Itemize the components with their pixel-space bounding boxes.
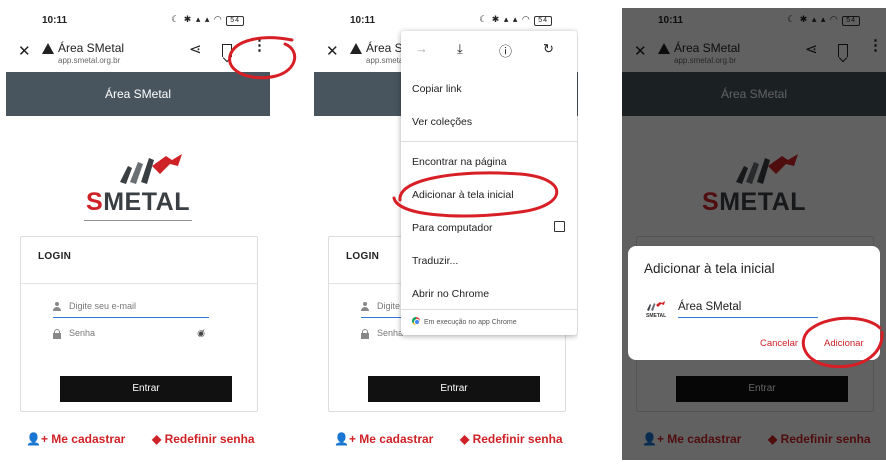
menu-item-find-in-page[interactable]: Encontrar na página — [412, 156, 507, 168]
info-icon[interactable]: ⓘ — [499, 41, 512, 60]
status-time: 10:11 — [42, 15, 68, 26]
menu-footer: Em execução no app Chrome — [412, 317, 517, 326]
overflow-menu: → ⤓ ⓘ ↻ Copiar link Ver coleções Encontr… — [401, 31, 577, 335]
page-url: app.smetal.org.br — [58, 56, 121, 65]
modal-scrim[interactable] — [622, 8, 886, 460]
add-button[interactable]: Adicionar — [824, 338, 864, 349]
password-placeholder: Senha — [377, 328, 404, 338]
bottom-links: 👤+ Me cadastrar ◆ Redefinir senha — [6, 430, 270, 450]
download-icon[interactable]: ⤓ — [457, 41, 463, 57]
eraser-icon: ◆ — [460, 432, 470, 446]
warning-icon[interactable] — [42, 43, 54, 54]
logo-subtitle: ▬▬▬▬▬▬▬▬▬▬▬▬▬▬▬▬▬▬▬▬▬▬▬▬▬▬▬▬▬▬▬▬▬▬▬▬ — [84, 218, 192, 222]
cancel-button[interactable]: Cancelar — [760, 338, 798, 349]
screen-2: 10:11 ☾ ✱ ▴ ▴ ◠ 54 ✕ Área SN app.smeta L… — [314, 8, 578, 460]
smetal-logo: SMETAL ▬▬▬▬▬▬▬▬▬▬▬▬▬▬▬▬▬▬▬▬▬▬▬▬▬▬▬▬▬▬▬▬▬… — [6, 148, 270, 223]
menu-item-add-to-home[interactable]: Adicionar à tela inicial — [412, 189, 514, 201]
reset-password-link[interactable]: ◆ Redefinir senha — [460, 432, 563, 446]
status-icons: ☾ ✱ ▴ ▴ ◠ 54 — [171, 14, 244, 26]
menu-divider — [401, 309, 577, 310]
email-placeholder: Digite — [377, 301, 401, 311]
menu-divider — [401, 141, 577, 142]
menu-item-view-collections[interactable]: Ver coleções — [412, 116, 472, 128]
menu-item-open-in-chrome[interactable]: Abrir no Chrome — [412, 288, 489, 300]
login-title: LOGIN — [38, 251, 72, 262]
share-icon[interactable]: ⋖ — [189, 40, 202, 58]
close-icon[interactable]: ✕ — [18, 42, 31, 60]
email-field[interactable]: Digite seu e-mail — [53, 300, 209, 318]
bottom-links: 👤+ Me cadastrar ◆ Redefinir senha — [314, 430, 578, 450]
eye-off-icon[interactable]: ◉̸ — [197, 328, 205, 339]
menu-item-desktop-site[interactable]: Para computador — [412, 222, 493, 234]
refresh-icon[interactable]: ↻ — [543, 41, 554, 57]
status-time: 10:11 — [350, 15, 376, 26]
status-bar: 10:11 ☾ ✱ ▴ ▴ ◠ 54 — [314, 8, 578, 30]
lock-icon — [361, 329, 369, 339]
battery-icon: 54 — [534, 16, 552, 26]
email-placeholder: Digite seu e-mail — [69, 301, 137, 311]
app-icon — [647, 301, 665, 311]
menu-item-copy-link[interactable]: Copiar link — [412, 83, 462, 95]
shortcut-name-input[interactable]: Área SMetal — [678, 301, 818, 318]
chrome-icon — [412, 317, 420, 325]
close-icon[interactable]: ✕ — [326, 42, 339, 60]
more-options-icon[interactable]: ⋮ — [252, 38, 267, 53]
add-user-icon: 👤+ — [334, 432, 356, 446]
login-title: LOGIN — [346, 251, 380, 262]
browser-toolbar: ✕ Área SMetal app.smetal.org.br ⋖ ⋮ — [6, 30, 270, 72]
user-icon — [53, 302, 61, 311]
bookmark-icon[interactable] — [222, 44, 232, 57]
register-link[interactable]: 👤+ Me cadastrar — [334, 432, 433, 446]
battery-icon: 54 — [226, 16, 244, 26]
menu-icon-row: → ⤓ ⓘ ↻ — [401, 31, 577, 67]
app-icon-label: SMETAL — [646, 313, 667, 319]
password-placeholder: Senha — [69, 328, 96, 338]
desktop-site-checkbox[interactable] — [554, 221, 565, 232]
dialog-title: Adicionar à tela inicial — [644, 261, 775, 276]
user-icon — [361, 302, 369, 311]
app-header: Área SMetal — [6, 72, 270, 116]
add-to-home-dialog: Adicionar à tela inicial SMETAL Área SMe… — [628, 246, 880, 360]
enter-button[interactable]: Entrar — [368, 376, 540, 402]
divider — [21, 283, 257, 284]
warning-icon[interactable] — [350, 43, 362, 54]
add-user-icon: 👤+ — [26, 432, 48, 446]
forward-icon[interactable]: → — [415, 41, 428, 56]
enter-button[interactable]: Entrar — [60, 376, 232, 402]
register-link[interactable]: 👤+ Me cadastrar — [26, 432, 125, 446]
status-icons: ☾ ✱ ▴ ▴ ◠ 54 — [479, 14, 552, 26]
login-card: LOGIN Digite seu e-mail Senha ◉̸ Entrar — [20, 236, 258, 412]
eraser-icon: ◆ — [152, 432, 162, 446]
status-bar: 10:11 ☾ ✱ ▴ ▴ ◠ 54 — [6, 8, 270, 30]
page-title: Área SMetal — [58, 41, 125, 55]
screen-3: 10:11 ☾ ✱ ▴ ▴ ◠ 54 ✕ Área SMetal app.sme… — [622, 8, 886, 460]
logo-text: SMETAL — [86, 188, 190, 216]
logo-mark-icon — [120, 154, 182, 184]
reset-password-link[interactable]: ◆ Redefinir senha — [152, 432, 255, 446]
lock-icon — [53, 329, 61, 339]
page-url: app.smeta — [366, 56, 404, 65]
screen-1: 10:11 ☾ ✱ ▴ ▴ ◠ 54 ✕ Área SMetal app.sme… — [6, 8, 270, 460]
password-field[interactable]: Senha ◉̸ — [53, 327, 209, 345]
menu-item-translate[interactable]: Traduzir... — [412, 255, 458, 267]
